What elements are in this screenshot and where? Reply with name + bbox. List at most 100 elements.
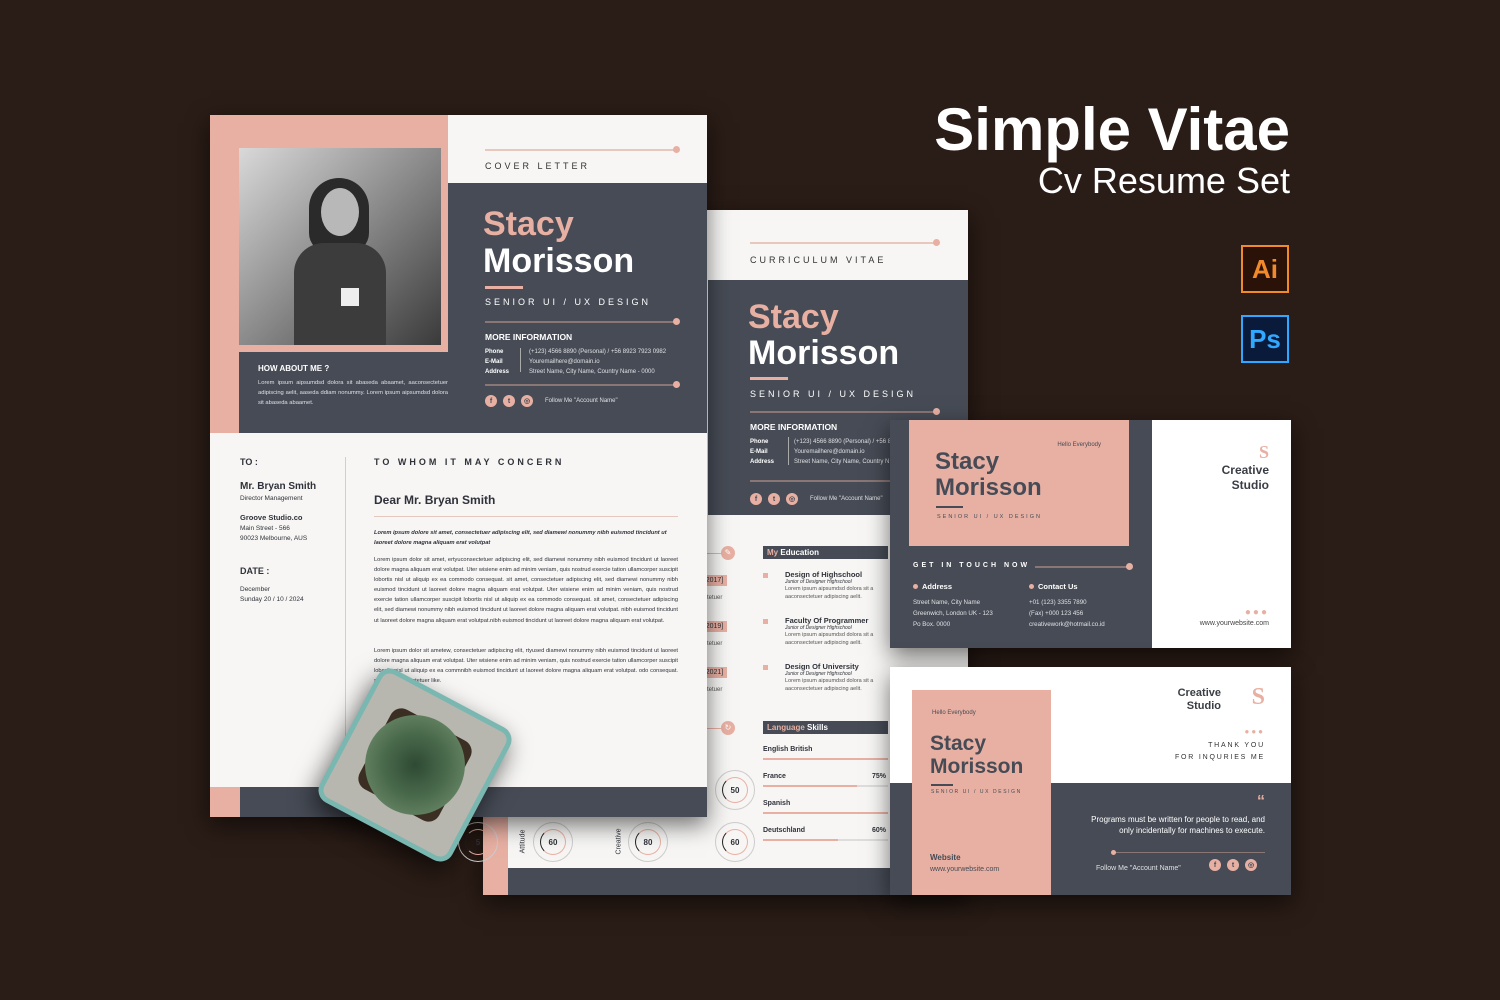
cv-follow: Follow Me "Account Name" bbox=[810, 496, 883, 502]
thanks-line-2: FOR INQURIES ME bbox=[1174, 754, 1265, 761]
language-row: English British bbox=[763, 746, 888, 773]
business-card-front: Hello Everybody Stacy Morisson Senior UI… bbox=[890, 420, 1291, 648]
language-bar-track bbox=[763, 758, 888, 760]
product-subtitle: Cv Resume Set bbox=[1037, 160, 1290, 201]
dots-icon: ●●● bbox=[1244, 727, 1265, 736]
cv-email-label: E-Mail bbox=[750, 449, 768, 455]
card-brand-panel: S Creative Studio ●●● www.yourwebsite.com bbox=[1152, 420, 1291, 648]
card-back-role: Senior UI / UX Design bbox=[931, 789, 1022, 795]
language-percent: 75% bbox=[871, 773, 886, 780]
contact-line: creativework@hotmail.co.id bbox=[1029, 621, 1105, 628]
skill-circle-value: 60 bbox=[722, 829, 748, 855]
cover-role: Senior UI / UX Design bbox=[485, 297, 652, 307]
language-name: English British bbox=[763, 746, 813, 753]
card-back-last: Morisson bbox=[930, 755, 1024, 778]
language-list: English British France 75% Spanish Deutschla… bbox=[763, 746, 888, 854]
twitter-icon[interactable]: t bbox=[768, 493, 780, 505]
cv-email: Youremailhere@domain.io bbox=[794, 449, 865, 455]
cover-info-values: (+123) 4566 8890 (Personal) / +56 8923 7… bbox=[529, 347, 666, 377]
card-underline bbox=[936, 506, 963, 508]
email-value: Youremailhere@domain.io bbox=[529, 359, 600, 365]
edu-desc: Lorem ipsum aipsumdsd dolora sit a aacon… bbox=[785, 586, 874, 600]
cover-header-panel: Stacy Morisson Senior UI / UX Design Mor… bbox=[448, 183, 707, 433]
card-contact: +01 (123) 3355 7890 (Fax) +000 123 456 cre… bbox=[1029, 597, 1105, 630]
to-label: TO : bbox=[240, 457, 258, 467]
cover-top-rule bbox=[485, 146, 680, 153]
twitter-icon[interactable]: t bbox=[503, 395, 515, 407]
get-in-touch: Get In Touch Now bbox=[913, 562, 1031, 569]
card-back-first: Stacy bbox=[930, 732, 987, 755]
about-panel: HOW ABOUT ME ? Lorem ipsum aipsumdsd dol… bbox=[239, 352, 448, 433]
education-title-b: Education bbox=[780, 548, 820, 557]
language-bar-fill bbox=[763, 785, 857, 787]
instagram-icon[interactable]: ◎ bbox=[786, 493, 798, 505]
card-back-name-panel: Hello Everybody Stacy Morisson Senior UI… bbox=[912, 690, 1051, 895]
company-name: Groove Studio.co bbox=[240, 513, 303, 522]
education-item: Design Of University Junior of Designer H… bbox=[763, 662, 888, 708]
pencil-icon: ✎ bbox=[721, 546, 735, 560]
card-back-studio-name: Creative Studio bbox=[1178, 687, 1221, 713]
cover-follow: Follow Me "Account Name" bbox=[545, 398, 618, 404]
facebook-icon[interactable]: f bbox=[485, 395, 497, 407]
about-title: HOW ABOUT ME ? bbox=[258, 364, 330, 373]
letter-intro: Lorem ipsum dolore sit amet, consectetue… bbox=[374, 530, 667, 546]
card-back-underline bbox=[931, 784, 953, 786]
cover-more-info: More Information bbox=[485, 332, 573, 342]
card-touch-rule bbox=[1035, 563, 1133, 570]
language-bar-fill bbox=[763, 758, 888, 760]
facebook-icon[interactable]: f bbox=[1209, 859, 1221, 871]
bullet bbox=[763, 619, 768, 624]
twitter-icon[interactable]: t bbox=[1227, 859, 1239, 871]
cover-label: Cover Letter bbox=[485, 161, 591, 171]
cv-address-label: Address bbox=[750, 459, 775, 465]
education-item: Faculty Of Programmer Junior of Designer … bbox=[763, 616, 888, 662]
cv-name-underline bbox=[750, 377, 788, 380]
letter-divider bbox=[345, 457, 346, 757]
cover-social: f t ◎ Follow Me "Account Name" bbox=[485, 395, 618, 407]
salutation: Dear Mr. Bryan Smith bbox=[374, 493, 496, 507]
instagram-icon[interactable]: ◎ bbox=[1245, 859, 1257, 871]
cv-address: Street Name, City Name, Country N bbox=[794, 459, 890, 465]
cv-info-keys: Phone E-Mail Address bbox=[750, 437, 790, 467]
cv-social: f t ◎ Follow Me "Account Name" bbox=[750, 493, 883, 505]
lang-title-a: Language bbox=[767, 723, 805, 732]
cover-rule-2 bbox=[485, 381, 680, 388]
instagram-icon[interactable]: ◎ bbox=[521, 395, 533, 407]
skill-circle-label: Attitude bbox=[519, 829, 527, 854]
edu-desc: Lorem ipsum aipsumdsd dolora sit a aacon… bbox=[785, 678, 874, 692]
skill-circle-label: Creative bbox=[615, 828, 623, 855]
language-name: Deutschland bbox=[763, 827, 806, 834]
skill-circle: 60 bbox=[533, 822, 573, 862]
language-bar-track bbox=[763, 839, 888, 841]
photo-body bbox=[294, 243, 386, 345]
address-line: Po Box. 0000 bbox=[913, 621, 951, 628]
language-row: Spanish bbox=[763, 800, 888, 827]
company-address-1: Main Street - 566 bbox=[240, 525, 290, 532]
lang-title-b: Skills bbox=[807, 723, 828, 732]
facebook-icon[interactable]: f bbox=[750, 493, 762, 505]
cv-phone-label: Phone bbox=[750, 439, 769, 445]
thanks-line-1: THANK YOU bbox=[1208, 742, 1265, 749]
language-percent: 60% bbox=[871, 827, 886, 834]
card-contact-title: Contact Us bbox=[1029, 582, 1078, 591]
cv-role: Senior UI / UX Design bbox=[750, 389, 917, 399]
language-bar-track bbox=[763, 785, 888, 787]
card-first-name: Stacy bbox=[935, 448, 1000, 475]
cv-info-values: (+123) 4566 8890 (Personal) / +56 8923 Y… bbox=[794, 437, 901, 467]
email-label: E-Mail bbox=[485, 359, 503, 365]
succulent-plant bbox=[347, 697, 483, 833]
contact-line: +01 (123) 3355 7890 bbox=[1029, 599, 1087, 606]
address-value: Street Name, City Name, Country Name - 0… bbox=[529, 369, 655, 375]
address-title-text: Address bbox=[922, 582, 953, 591]
cv-last-name: Morisson bbox=[748, 334, 900, 372]
cv-label: Curriculum Vitae bbox=[750, 255, 887, 265]
studio-logo: S bbox=[1251, 684, 1265, 710]
cv-first-name: Stacy bbox=[748, 298, 839, 336]
language-name: France bbox=[763, 773, 786, 780]
card-website: www.yourwebsite.com bbox=[1199, 620, 1269, 627]
language-name: Spanish bbox=[763, 800, 791, 807]
contact-line: (Fax) +000 123 456 bbox=[1029, 610, 1084, 617]
studio-logo: S bbox=[1258, 442, 1269, 462]
cv-footer-accent bbox=[483, 868, 508, 895]
card-back-website: www.yourwebsite.com bbox=[930, 866, 1000, 873]
